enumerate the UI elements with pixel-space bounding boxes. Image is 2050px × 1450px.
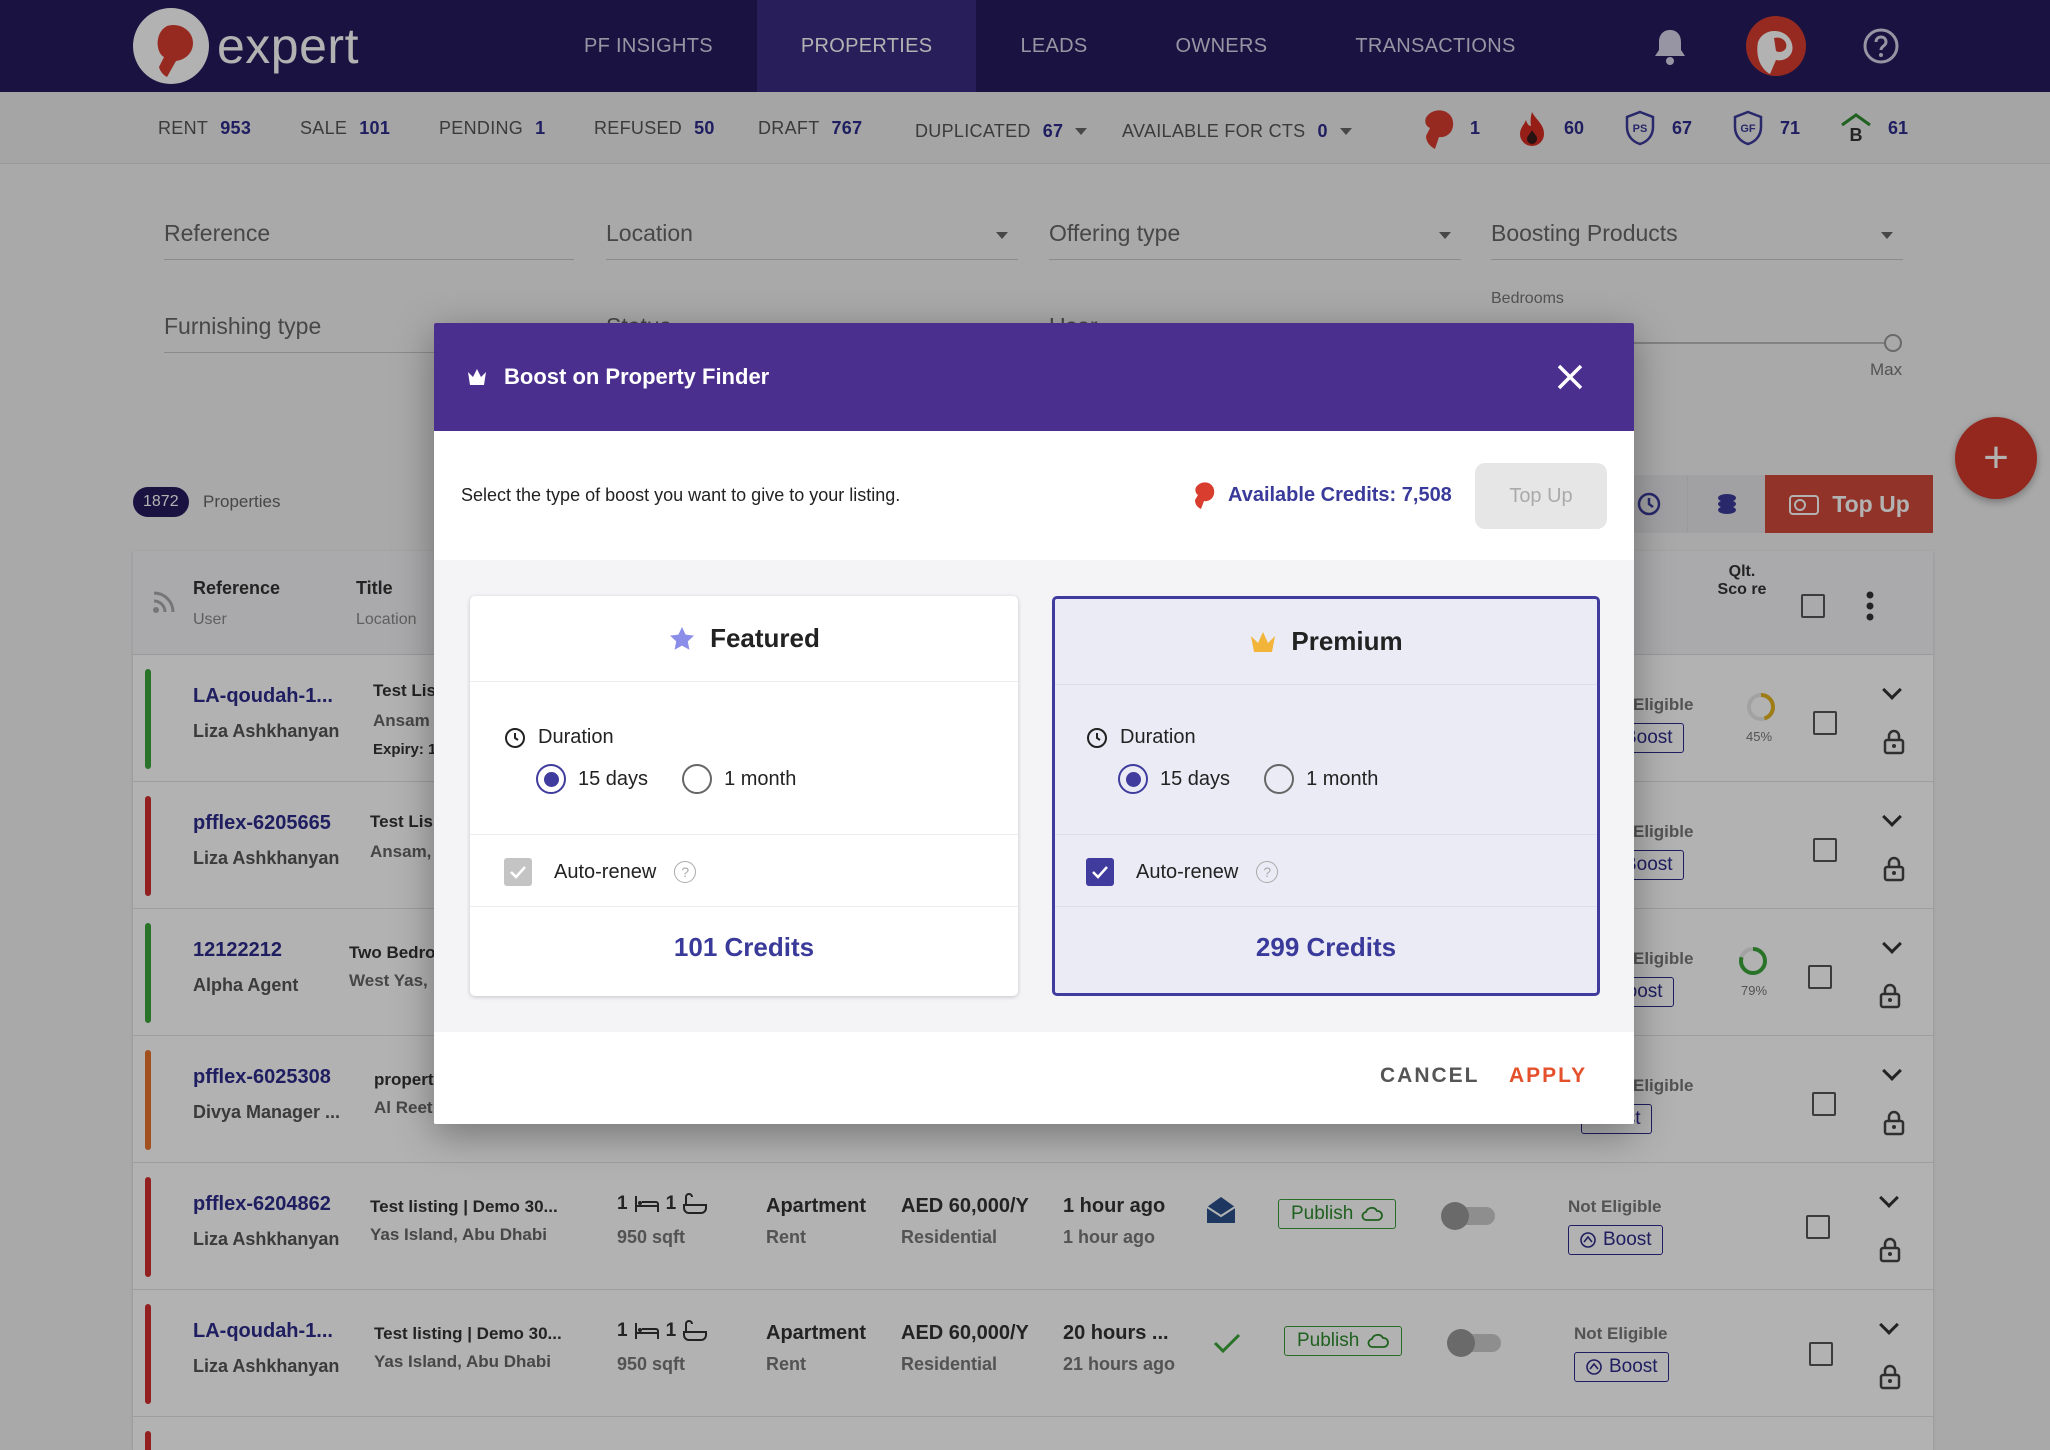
radio-1-month[interactable] bbox=[682, 764, 713, 794]
top-up-button[interactable]: Top Up bbox=[1475, 463, 1607, 529]
crown-icon bbox=[1251, 631, 1276, 652]
crown-icon bbox=[468, 369, 486, 385]
option-15-days-label: 15 days bbox=[1160, 767, 1231, 790]
divider bbox=[470, 834, 1018, 835]
apply-button[interactable]: APPLY bbox=[1509, 1064, 1587, 1088]
option-15-days-label: 15 days bbox=[578, 767, 649, 790]
card-header: Featured bbox=[470, 596, 1018, 682]
modal-header: Boost on Property Finder bbox=[434, 323, 1634, 431]
radio-15-days[interactable] bbox=[1118, 764, 1148, 794]
boost-modal: Boost on Property Finder Select the type… bbox=[434, 323, 1634, 1124]
duration-label: Duration bbox=[504, 726, 614, 749]
duration-options: 15 days 1 month bbox=[536, 764, 796, 794]
clock-icon bbox=[505, 727, 525, 748]
close-icon[interactable] bbox=[1554, 361, 1586, 393]
clock-icon bbox=[1087, 727, 1107, 748]
auto-renew-checkbox[interactable] bbox=[1086, 858, 1114, 886]
featured-price: 101 Credits bbox=[673, 932, 815, 962]
available-credits: Available Credits: 7,508 bbox=[1192, 480, 1452, 510]
option-1-month-label: 1 month bbox=[1306, 767, 1379, 790]
featured-card[interactable]: Featured Duration 15 days 1 month Auto-r… bbox=[470, 596, 1018, 996]
radio-1-month[interactable] bbox=[1264, 764, 1295, 794]
divider bbox=[470, 906, 1018, 907]
check-icon bbox=[510, 866, 526, 879]
auto-renew-checkbox[interactable] bbox=[504, 858, 532, 886]
divider bbox=[1055, 834, 1597, 835]
pf-logo-icon bbox=[1195, 482, 1215, 509]
check-icon bbox=[1092, 866, 1108, 879]
card-title: Featured bbox=[710, 623, 820, 653]
option-1-month-label: 1 month bbox=[724, 767, 797, 790]
card-header: Premium bbox=[1055, 599, 1597, 685]
cancel-button[interactable]: CANCEL bbox=[1380, 1064, 1480, 1088]
star-icon bbox=[670, 626, 695, 650]
modal-subtitle: Select the type of boost you want to giv… bbox=[461, 485, 901, 505]
duration-options: 15 days 1 month bbox=[1118, 764, 1378, 794]
auto-renew-label: Auto-renew bbox=[554, 860, 657, 883]
auto-renew-row: Auto-renew ? bbox=[1086, 858, 1279, 886]
help-icon[interactable]: ? bbox=[674, 861, 697, 883]
divider bbox=[1055, 906, 1597, 907]
auto-renew-row: Auto-renew ? bbox=[504, 858, 697, 886]
premium-card[interactable]: Premium Duration 15 days 1 month Auto-re… bbox=[1052, 596, 1600, 996]
card-title: Premium bbox=[1291, 626, 1403, 656]
premium-price: 299 Credits bbox=[1255, 932, 1397, 962]
radio-15-days[interactable] bbox=[536, 764, 566, 794]
modal-title: Boost on Property Finder bbox=[504, 364, 770, 389]
duration-label: Duration bbox=[1086, 726, 1196, 749]
auto-renew-label: Auto-renew bbox=[1136, 860, 1239, 883]
help-icon[interactable]: ? bbox=[1256, 861, 1279, 883]
